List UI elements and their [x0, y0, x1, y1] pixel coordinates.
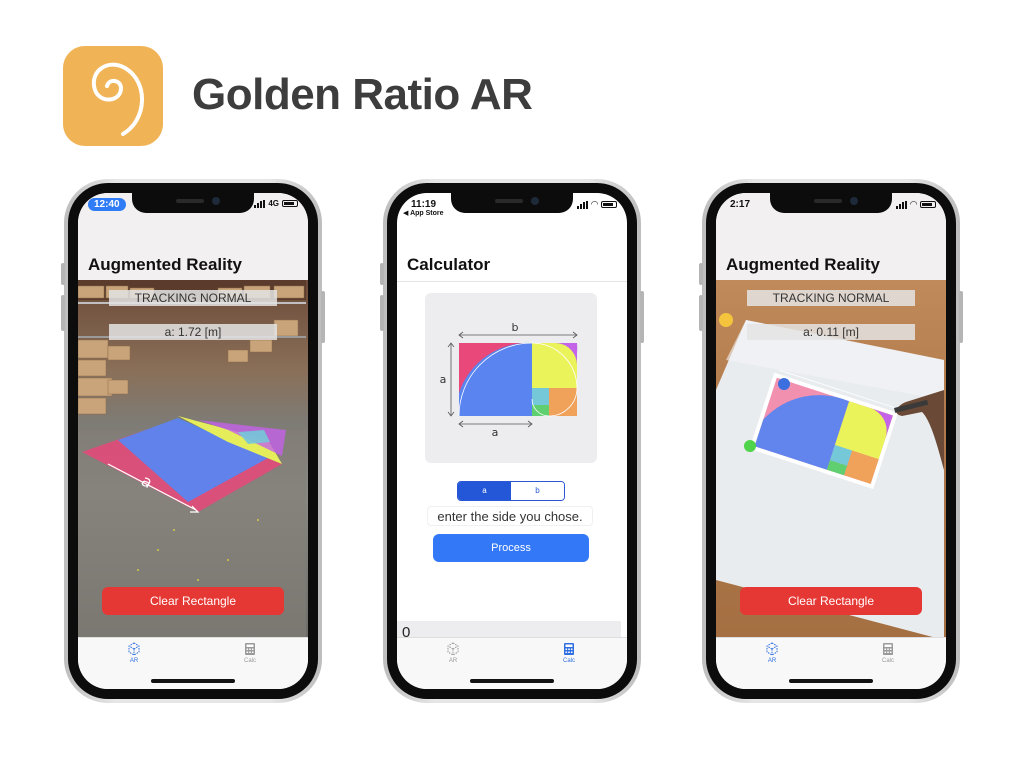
ar-cube-icon: [447, 642, 459, 656]
tab-calc-label: Calc: [243, 658, 256, 664]
diagram-label-a-left: a: [440, 373, 447, 386]
tab-ar[interactable]: AR: [423, 642, 483, 664]
tab-ar-label: AR: [767, 658, 777, 664]
calculator-screen: 11:19 ◀ App Store ◠ Calculator b a a a b…: [397, 193, 627, 689]
back-to-app-store[interactable]: ◀ App Store: [403, 209, 444, 217]
ar-cube-icon: [766, 642, 778, 656]
tab-calc[interactable]: Calc: [539, 642, 599, 664]
app-icon: [63, 46, 163, 146]
measurement-label: a: 0.11 [m]: [747, 324, 915, 340]
wifi-icon: ◠: [910, 199, 917, 209]
tab-bar: AR Calc: [397, 637, 627, 689]
page-title: Augmented Reality: [88, 255, 242, 274]
home-indicator: [151, 679, 235, 683]
tab-bar: AR Calc: [78, 637, 308, 689]
app-title: Golden Ratio AR: [192, 70, 533, 119]
tracking-status-label: TRACKING NORMAL: [109, 290, 277, 306]
camera-view[interactable]: a TRACKING NORMAL a: 1.72 [m]: [78, 280, 308, 637]
tab-calc-label: Calc: [881, 658, 894, 664]
segment-a[interactable]: a: [458, 482, 511, 500]
calculator-icon: [883, 643, 893, 655]
home-indicator: [470, 679, 554, 683]
battery-icon: [601, 201, 617, 208]
notch: [132, 193, 254, 213]
notch: [770, 193, 892, 213]
measurement-label: a: 1.72 [m]: [109, 324, 277, 340]
clear-rectangle-button[interactable]: Clear Rectangle: [102, 587, 284, 615]
tab-calc-label: Calc: [562, 658, 575, 664]
battery-icon: [282, 200, 298, 207]
tab-ar-label: AR: [129, 658, 139, 664]
calculator-icon: [564, 643, 574, 655]
battery-icon: [920, 201, 936, 208]
tab-ar[interactable]: AR: [104, 642, 164, 664]
tab-bar: AR Calc: [716, 637, 946, 689]
diagram-label-a-bottom: a: [492, 426, 499, 439]
page-title: Calculator: [407, 255, 491, 274]
tab-ar-label: AR: [448, 658, 458, 664]
home-indicator: [789, 679, 873, 683]
tab-calc[interactable]: Calc: [858, 642, 918, 664]
process-button[interactable]: Process: [433, 534, 589, 562]
spiral-icon: [91, 62, 144, 136]
tracking-status-label: TRACKING NORMAL: [747, 290, 915, 306]
tab-ar[interactable]: AR: [742, 642, 802, 664]
network-label: 4G: [268, 199, 279, 208]
phone-calculator: 11:19 ◀ App Store ◠ Calculator b a a a b…: [380, 179, 644, 703]
phone-ar-warehouse: 12:40 4G Augmented Reality a TRACKING NO…: [61, 179, 325, 703]
ar-screen: 2:17 ◠ Augmented Reality TRACKING NORMAL…: [716, 193, 946, 689]
status-time: 2:17: [730, 199, 751, 210]
signal-icon: [254, 199, 266, 208]
side-segmented-control: a b: [457, 481, 565, 501]
phone-ar-desk: 2:17 ◠ Augmented Reality TRACKING NORMAL…: [699, 179, 963, 703]
calculator-icon: [245, 643, 255, 655]
signal-icon: [896, 200, 908, 209]
notch: [451, 193, 573, 213]
golden-ratio-diagram: b a a: [425, 293, 597, 463]
diagram-label-b: b: [512, 321, 519, 334]
signal-icon: [577, 200, 589, 209]
tab-calc[interactable]: Calc: [220, 642, 280, 664]
clear-rectangle-button[interactable]: Clear Rectangle: [740, 587, 922, 615]
side-length-input[interactable]: enter the side you chose.: [427, 506, 593, 526]
camera-view[interactable]: TRACKING NORMAL a: 0.11 [m]: [716, 280, 946, 637]
page-title: Augmented Reality: [726, 255, 880, 274]
status-time: 12:40: [88, 198, 126, 211]
ar-screen: 12:40 4G Augmented Reality a TRACKING NO…: [78, 193, 308, 689]
ar-cube-icon: [128, 642, 140, 656]
wifi-icon: ◠: [591, 199, 598, 209]
segment-b[interactable]: b: [511, 482, 564, 500]
